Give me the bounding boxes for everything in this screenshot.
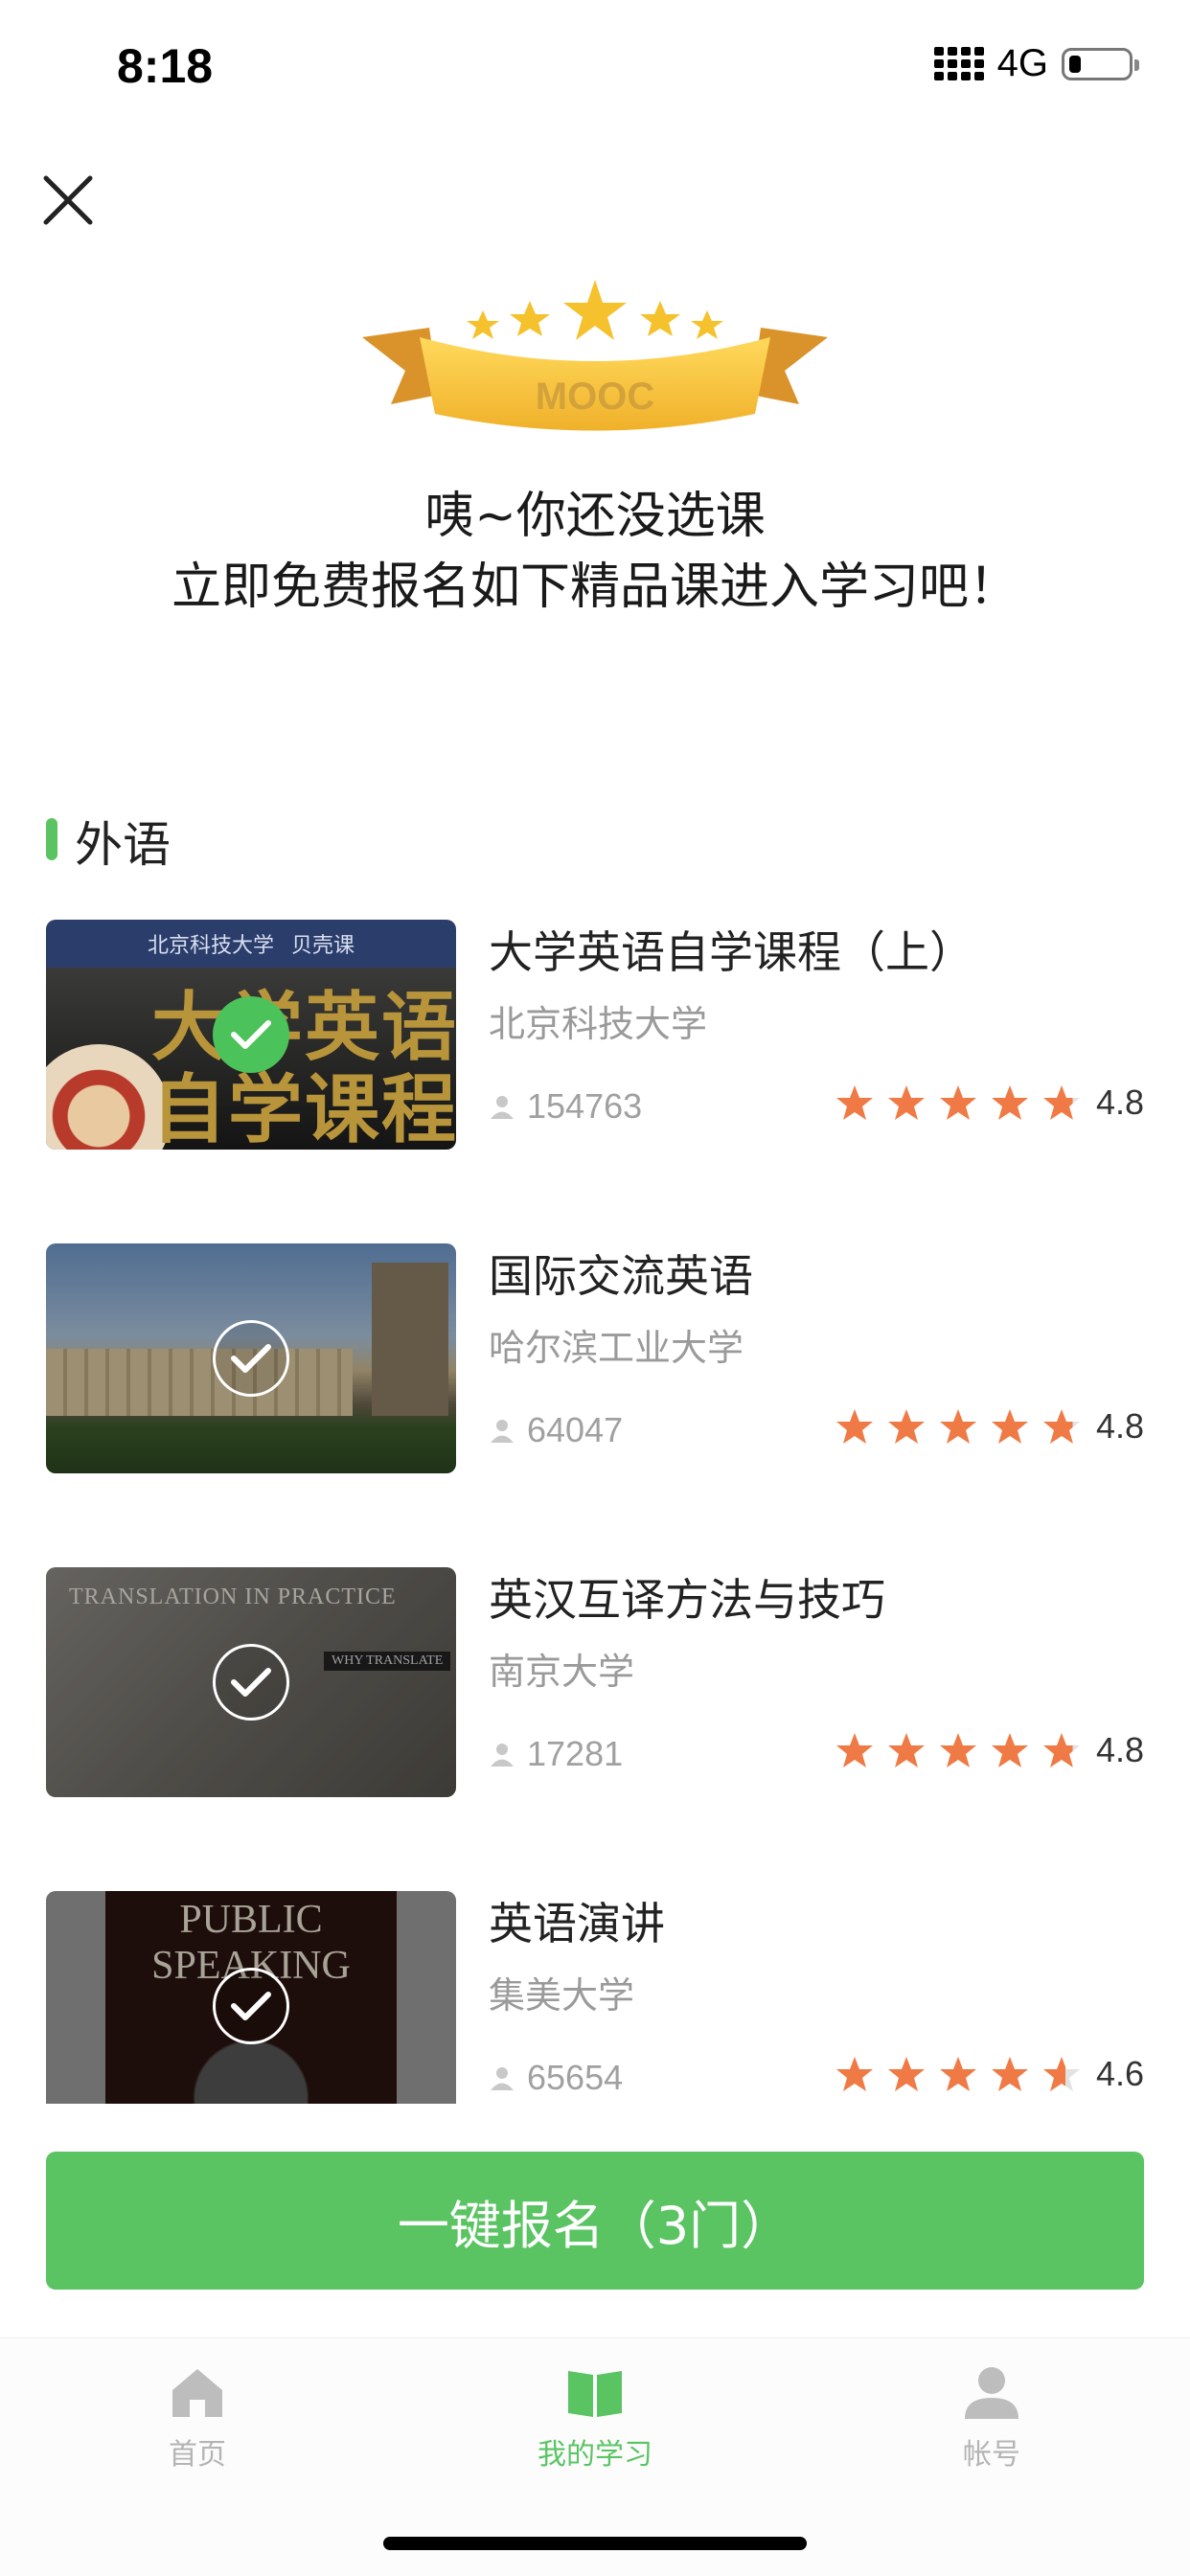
status-indicators: 4G	[933, 42, 1139, 85]
section-title: 外语	[75, 817, 171, 873]
course-item[interactable]: TRANSLATION IN PRACTICE WHY TRANSLATE 英汉…	[0, 1548, 1190, 1797]
user-icon	[965, 2367, 1018, 2419]
star-icon	[1042, 1085, 1080, 1120]
course-rating: 4.8	[835, 1083, 1144, 1123]
star-icon	[835, 2057, 873, 2091]
thumb-title-text: 大学英语 自学课程	[151, 985, 456, 1150]
rating-stars	[835, 1084, 1081, 1121]
signal-icon	[933, 47, 984, 80]
course-item[interactable]: PUBLIC SPEAKING 英语演讲 集美大学 65654 4.6	[0, 1872, 1190, 2104]
star-icon	[939, 2057, 976, 2091]
check-icon	[231, 1992, 271, 2020]
close-button[interactable]	[38, 171, 98, 230]
course-title[interactable]: 国际交流英语	[489, 1242, 753, 1305]
learner-count-value: 65654	[527, 2058, 624, 2097]
star-icon	[887, 2057, 925, 2091]
check-icon	[231, 1020, 271, 1049]
star-icon	[939, 1733, 976, 1767]
course-title[interactable]: 英汉互译方法与技巧	[489, 1565, 885, 1629]
rating-score: 4.8	[1095, 1730, 1144, 1769]
star-icon	[939, 1409, 976, 1444]
tab-my-learning[interactable]: 我的学习	[499, 2361, 691, 2473]
course-thumbnail[interactable]: TRANSLATION IN PRACTICE WHY TRANSLATE	[46, 1567, 456, 1797]
rating-score: 4.8	[1095, 1083, 1144, 1122]
learner-count-value: 64047	[527, 1410, 624, 1449]
status-time: 8:18	[117, 39, 214, 93]
battery-icon	[1062, 47, 1139, 80]
star-icon	[1042, 2057, 1080, 2091]
empty-state-line-1: 咦~你还没选课	[424, 488, 766, 545]
select-checkbox[interactable]	[213, 996, 289, 1073]
learner-count-value: 17281	[527, 1734, 624, 1773]
user-icon	[491, 2067, 514, 2090]
star-icon	[835, 1409, 873, 1444]
empty-state-line-2: 立即免费报名如下精品课进入学习吧！	[171, 559, 1018, 616]
course-title[interactable]: 大学英语自学课程（上）	[489, 918, 973, 981]
rating-score: 4.8	[1095, 1406, 1144, 1446]
home-icon	[172, 2369, 222, 2417]
star-icon	[887, 1085, 925, 1120]
section-accent-bar	[46, 818, 57, 860]
course-rating: 4.6	[835, 2054, 1144, 2094]
course-rating: 4.8	[835, 1730, 1144, 1770]
star-icon	[1042, 1733, 1080, 1767]
course-thumbnail[interactable]: PUBLIC SPEAKING	[46, 1891, 456, 2104]
learner-count: 17281	[489, 1734, 623, 1774]
check-icon	[231, 1668, 271, 1697]
star-icon	[835, 1733, 873, 1767]
tab-account[interactable]: 帐号	[896, 2361, 1087, 2473]
check-icon	[231, 1344, 271, 1373]
course-school: 南京大学	[489, 1651, 635, 1693]
star-icon	[1042, 1409, 1080, 1444]
user-icon	[491, 1096, 514, 1119]
home-indicator	[383, 2537, 807, 2550]
select-checkbox[interactable]	[213, 1968, 289, 2044]
network-type: 4G	[996, 42, 1048, 84]
course-item[interactable]: 北京科技大学 贝壳课 大学英语 自学课程 大学英语自学课程（上） 北京科技大学 …	[0, 900, 1190, 1150]
user-icon	[491, 1744, 514, 1767]
rating-score: 4.6	[1095, 2054, 1144, 2093]
star-icon	[991, 2057, 1028, 2091]
rating-stars	[835, 1408, 1081, 1445]
course-item[interactable]: 国际交流英语 哈尔滨工业大学 64047 4.8	[0, 1224, 1190, 1473]
thumb-logo-band: 北京科技大学 贝壳课	[46, 920, 456, 968]
course-rating: 4.8	[835, 1406, 1144, 1447]
course-school: 集美大学	[489, 1974, 635, 2017]
course-school: 哈尔滨工业大学	[489, 1327, 744, 1369]
star-icon	[887, 1409, 925, 1444]
badge-text: MOOC	[536, 376, 654, 418]
course-thumbnail[interactable]	[46, 1243, 456, 1473]
tab-label: 首页	[169, 2438, 226, 2472]
star-icon	[835, 1085, 873, 1120]
tab-label: 帐号	[963, 2438, 1020, 2472]
star-icon	[939, 1085, 976, 1120]
learner-count: 65654	[489, 2058, 623, 2098]
empty-state-message: 咦~你还没选课 立即免费报名如下精品课进入学习吧！	[0, 481, 1190, 623]
enroll-all-button[interactable]: 一键报名（3门）	[46, 2152, 1144, 2290]
course-thumbnail[interactable]: 北京科技大学 贝壳课 大学英语 自学课程	[46, 920, 456, 1150]
user-icon	[491, 1420, 514, 1443]
course-school: 北京科技大学	[489, 1003, 708, 1045]
mooc-badge: MOOC	[362, 280, 828, 462]
learner-count: 154763	[489, 1086, 642, 1127]
star-icon	[991, 1085, 1028, 1120]
rating-stars	[835, 2056, 1081, 2092]
learner-count-value: 154763	[527, 1086, 643, 1126]
course-list[interactable]: 北京科技大学 贝壳课 大学英语 自学课程 大学英语自学课程（上） 北京科技大学 …	[0, 900, 1190, 2104]
tab-label: 我的学习	[538, 2438, 652, 2472]
thumb-platform: 贝壳课	[291, 934, 355, 958]
book-icon	[568, 2371, 622, 2417]
select-checkbox[interactable]	[213, 1644, 289, 1721]
thumb-school-logo: 北京科技大学	[147, 934, 274, 958]
learner-count: 64047	[489, 1410, 623, 1450]
close-icon	[43, 175, 93, 225]
star-icon	[991, 1733, 1028, 1767]
star-icon	[991, 1409, 1028, 1444]
course-title[interactable]: 英语演讲	[489, 1889, 665, 1952]
select-checkbox[interactable]	[213, 1320, 289, 1397]
star-icon	[887, 1733, 925, 1767]
rating-stars	[835, 1732, 1081, 1768]
tab-home[interactable]: 首页	[102, 2361, 293, 2473]
